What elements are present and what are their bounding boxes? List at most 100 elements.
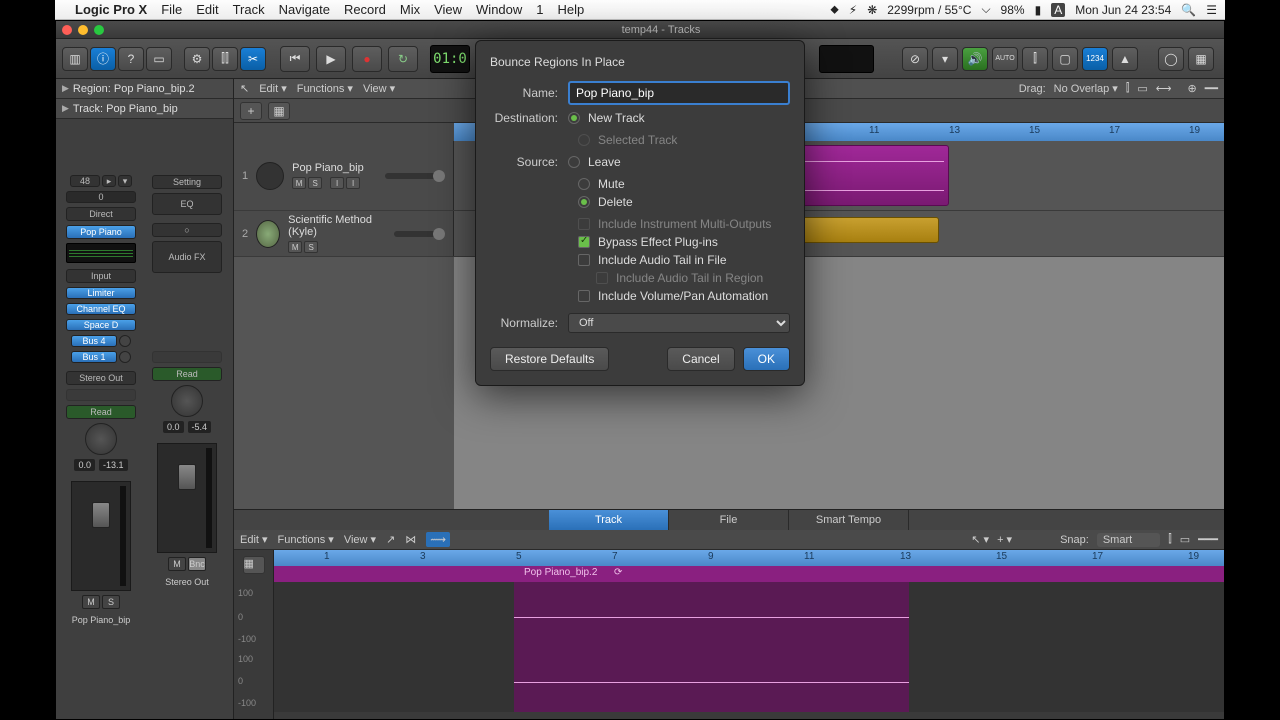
send-knob-2[interactable] [119, 351, 131, 363]
tool-icon[interactable]: ⟷ [1156, 82, 1172, 95]
track-header-1[interactable]: 1 Pop Piano_bip MSII [234, 141, 454, 210]
insert-2[interactable]: Channel EQ [66, 303, 136, 315]
ed-functions-menu[interactable]: Functions ▾ [278, 533, 334, 546]
library-button[interactable]: ▥ [62, 47, 88, 71]
radio-leave[interactable] [568, 156, 580, 168]
drag-mode[interactable]: No Overlap ▾ [1054, 82, 1118, 95]
send-knob-1[interactable] [119, 335, 131, 347]
inspector-button[interactable]: ⓘ [90, 47, 116, 71]
track-icon[interactable] [256, 162, 284, 190]
volume-fader[interactable] [71, 481, 131, 591]
setting-slot[interactable]: Setting [152, 175, 222, 189]
name-input[interactable] [568, 81, 790, 105]
metronome-button[interactable]: ▲ [1112, 47, 1138, 71]
zoom-slider[interactable]: ━━━ [1198, 533, 1218, 546]
traffic-lights[interactable] [62, 25, 104, 35]
volume-fader-2[interactable] [157, 443, 217, 553]
lcd-display[interactable]: 01:0 [430, 45, 470, 73]
smart-controls-button[interactable]: ⚙ [184, 47, 210, 71]
groups-button[interactable]: ▢ [1052, 47, 1078, 71]
app-name[interactable]: Logic Pro X [75, 2, 147, 17]
menu-file[interactable]: File [161, 2, 182, 17]
editor-region-bar[interactable]: Pop Piano_bip.2 ⟳ [274, 566, 1224, 582]
tuner-button[interactable]: 🔊 [962, 47, 988, 71]
group-slot-2[interactable] [152, 351, 222, 363]
group-slot[interactable] [66, 389, 136, 401]
send-1[interactable]: Bus 4 [71, 335, 117, 347]
menu-help[interactable]: Help [558, 2, 585, 17]
view-menu[interactable]: View ▾ [363, 82, 395, 95]
menu-window[interactable]: Window [476, 2, 522, 17]
pointer-tool-icon[interactable]: ↖ [240, 82, 249, 95]
editor-waveform[interactable]: 100 0 -100 100 0 -100 [274, 582, 1224, 712]
flex-icon[interactable]: ⋈ [405, 533, 416, 546]
add-track-button[interactable]: + [240, 102, 262, 120]
zoom-slider[interactable]: ━━ [1205, 82, 1218, 95]
functions-menu[interactable]: Functions ▾ [297, 82, 353, 95]
letter-a-icon[interactable]: A [1051, 3, 1065, 17]
output-slot[interactable]: Stereo Out [66, 371, 136, 385]
flex-button[interactable]: ⫿ [1022, 47, 1048, 71]
catch-icon[interactable]: ⟿ [426, 532, 450, 547]
audio-region-purple[interactable] [794, 145, 949, 206]
zoom-icon[interactable] [94, 25, 104, 35]
snap-mode[interactable]: Smart [1097, 533, 1160, 547]
pan-knob[interactable] [85, 423, 117, 455]
insert-1[interactable]: Limiter [66, 287, 136, 299]
tool-icon[interactable]: ⫿ [1168, 533, 1172, 546]
audio-region-yellow[interactable] [794, 217, 939, 243]
pan-knob-2[interactable] [171, 385, 203, 417]
track-icon[interactable] [256, 220, 280, 248]
radio-new-track[interactable] [568, 112, 580, 124]
normalize-select[interactable]: Off [568, 313, 790, 333]
tab-track[interactable]: Track [549, 510, 669, 530]
input-slot-2[interactable]: ○ [152, 223, 222, 237]
menu-1[interactable]: 1 [536, 2, 543, 17]
zoom-icon[interactable]: ⊕ [1188, 82, 1197, 95]
count-in-button[interactable]: 1234 [1082, 47, 1108, 71]
insert-3[interactable]: Space D [66, 319, 136, 331]
mute-button-2[interactable]: M [168, 557, 186, 571]
tool-icon[interactable]: ⫿ [1126, 82, 1130, 95]
edit-menu[interactable]: Edit ▾ [259, 82, 287, 95]
wifi-icon[interactable]: ⌵ [981, 2, 990, 17]
inspector-region-header[interactable]: ▶Region: Pop Piano_bip.2 [56, 79, 233, 99]
track-volume[interactable] [385, 173, 445, 179]
ed-edit-menu[interactable]: Edit ▾ [240, 533, 268, 546]
track-volume[interactable] [394, 231, 445, 237]
play-button[interactable]: ▶ [316, 46, 346, 72]
marquee-tool[interactable]: + ▾ [997, 533, 1012, 546]
midi-channel[interactable]: 48 [70, 175, 100, 187]
toolbar-button[interactable]: ▭ [146, 47, 172, 71]
check-bypass-fx[interactable] [578, 236, 590, 248]
radio-delete[interactable] [578, 196, 590, 208]
direct-label[interactable]: Direct [66, 207, 136, 221]
menu-record[interactable]: Record [344, 2, 386, 17]
track-header-2[interactable]: 2 Scientific Method (Kyle) MS [234, 211, 454, 256]
automation-mode-2[interactable]: Read [152, 367, 222, 381]
lowlatency-button[interactable]: ▾ [932, 47, 958, 71]
eq-slot[interactable]: EQ [152, 193, 222, 215]
mixer-button[interactable]: ⫿⫿ [212, 47, 238, 71]
tool-icon[interactable]: ▭ [1180, 533, 1190, 546]
duplicate-track-button[interactable]: ▦ [268, 102, 290, 120]
tool-icon[interactable]: ↗ [386, 533, 395, 546]
rewind-button[interactable]: ⏮ [280, 46, 310, 72]
menu-mix[interactable]: Mix [400, 2, 420, 17]
direct-slot[interactable]: 0 [66, 191, 136, 203]
tab-smart-tempo[interactable]: Smart Tempo [789, 510, 909, 530]
cycle-button[interactable]: ↻ [388, 46, 418, 72]
help-button[interactable]: ? [118, 47, 144, 71]
check-volume-pan[interactable] [578, 290, 590, 302]
editor-ruler[interactable]: 1 3 5 7 9 11 13 15 17 19 [274, 550, 1224, 566]
ed-gutter-button[interactable]: ▦ [243, 556, 265, 574]
menu-track[interactable]: Track [233, 2, 265, 17]
spotlight-icon[interactable]: 🔍 [1181, 3, 1196, 17]
lcd-secondary[interactable] [819, 45, 874, 73]
replace-button[interactable]: ⊘ [902, 47, 928, 71]
ed-view-menu[interactable]: View ▾ [344, 533, 376, 546]
check-tail-file[interactable] [578, 254, 590, 266]
menu-view[interactable]: View [434, 2, 462, 17]
restore-defaults-button[interactable]: Restore Defaults [490, 347, 609, 371]
mute-button[interactable]: M [82, 595, 100, 609]
